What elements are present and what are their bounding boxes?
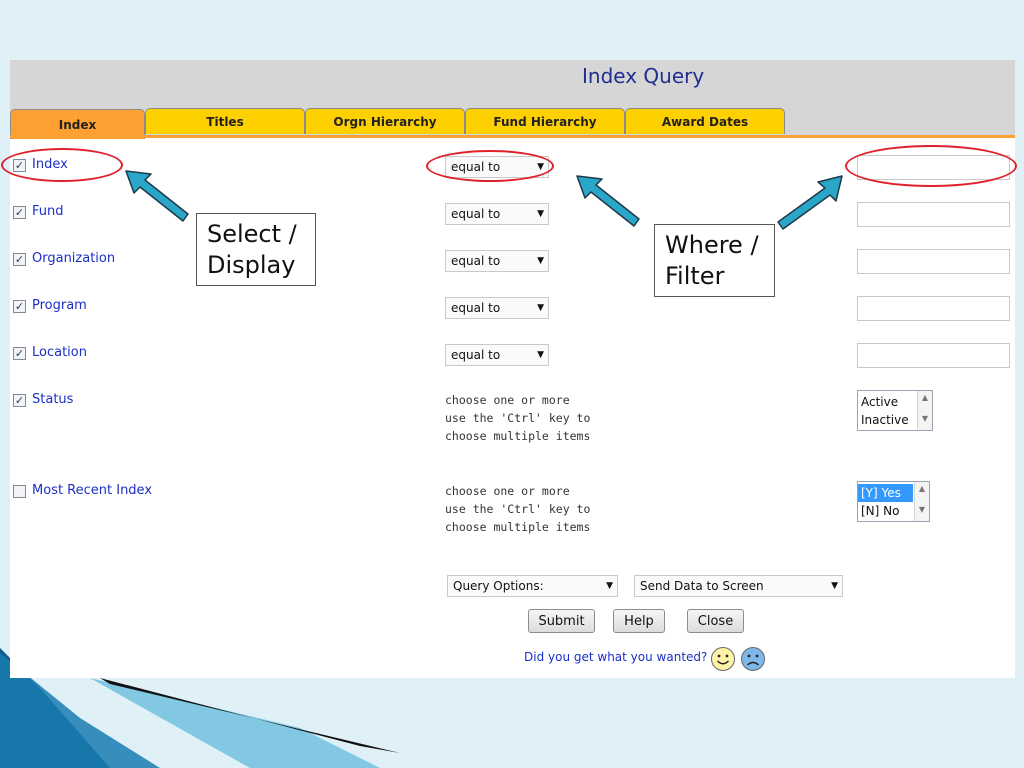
arrow-icon — [125, 170, 189, 222]
select-display-callout: Select / Display — [196, 213, 316, 286]
annotation-arrows — [125, 170, 843, 230]
arrow-icon — [777, 175, 843, 230]
select-display-line: Display — [207, 251, 296, 279]
where-filter-line: Filter — [665, 262, 725, 290]
select-display-line: Select / — [207, 220, 297, 248]
where-filter-line: Where / — [665, 231, 759, 259]
where-filter-callout: Where / Filter — [654, 224, 775, 297]
arrow-icon — [576, 175, 640, 227]
